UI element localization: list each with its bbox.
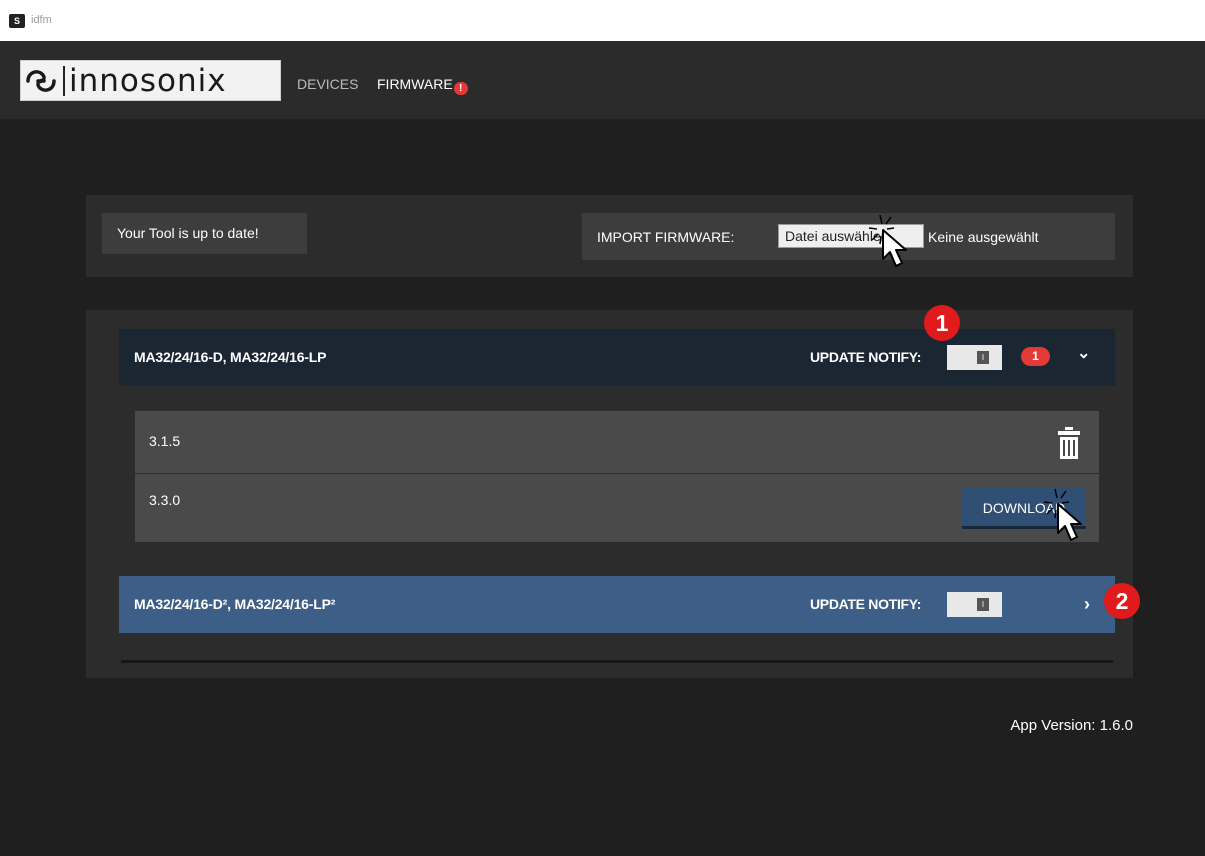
- chevron-down-icon[interactable]: ⌄: [1077, 343, 1090, 363]
- app-version: App Version: 1.6.0: [1010, 717, 1133, 734]
- click-cursor-icon: [1043, 488, 1082, 541]
- update-notify-label: UPDATE NOTIFY:: [810, 596, 922, 612]
- tool-status-panel: Your Tool is up to date! IMPORT FIRMWARE…: [86, 195, 1133, 277]
- file-status: Keine ausgewählt: [928, 229, 1039, 245]
- step-callout-2: 2: [1104, 583, 1140, 619]
- brand-logo: innosonix: [20, 60, 281, 101]
- update-notify-toggle[interactable]: I: [947, 345, 1002, 370]
- device-group-header[interactable]: MA32/24/16-D², MA32/24/16-LP² UPDATE NOT…: [119, 576, 1115, 633]
- firmware-row: 3.1.5: [135, 411, 1099, 473]
- swirl-logo-icon: [21, 63, 61, 99]
- toggle-knob: I: [977, 351, 989, 364]
- chevron-right-icon[interactable]: ›: [1084, 594, 1090, 615]
- window-titlebar: S idfm: [0, 0, 1205, 41]
- brand-name: innosonix: [69, 62, 227, 99]
- window-title: idfm: [31, 14, 52, 26]
- import-firmware-label: IMPORT FIRMWARE:: [597, 229, 735, 245]
- update-notify-toggle[interactable]: I: [947, 592, 1002, 617]
- toggle-knob: I: [977, 598, 989, 611]
- panel-divider: [121, 660, 1113, 663]
- device-group-name: MA32/24/16-D, MA32/24/16-LP: [134, 349, 327, 365]
- nav-devices[interactable]: DEVICES: [297, 76, 358, 92]
- firmware-version: 3.3.0: [149, 492, 181, 508]
- firmware-row: 3.3.0 DOWNLOAD: [135, 474, 1099, 542]
- device-group-name: MA32/24/16-D², MA32/24/16-LP²: [134, 596, 336, 612]
- step-callout-1: 1: [924, 305, 960, 341]
- nav-firmware-label: FIRMWARE: [377, 76, 453, 92]
- device-group-header[interactable]: MA32/24/16-D, MA32/24/16-LP UPDATE NOTIF…: [119, 329, 1115, 386]
- update-count-badge: 1: [1021, 347, 1050, 366]
- click-cursor-icon: [868, 214, 907, 267]
- firmware-version: 3.1.5: [149, 433, 181, 449]
- tool-status-message: Your Tool is up to date!: [102, 213, 307, 254]
- top-navbar: innosonix DEVICES FIRMWARE!: [0, 41, 1205, 119]
- firmware-panel: MA32/24/16-D, MA32/24/16-LP UPDATE NOTIF…: [86, 310, 1133, 678]
- firmware-alert-badge: !: [453, 82, 468, 95]
- logo-divider: [63, 65, 65, 96]
- app-icon: S: [9, 14, 25, 28]
- nav-firmware[interactable]: FIRMWARE!: [377, 76, 468, 95]
- update-notify-label: UPDATE NOTIFY:: [810, 349, 922, 365]
- import-firmware-box: IMPORT FIRMWARE: Datei auswählen Keine a…: [582, 213, 1115, 260]
- trash-icon[interactable]: [1057, 426, 1081, 460]
